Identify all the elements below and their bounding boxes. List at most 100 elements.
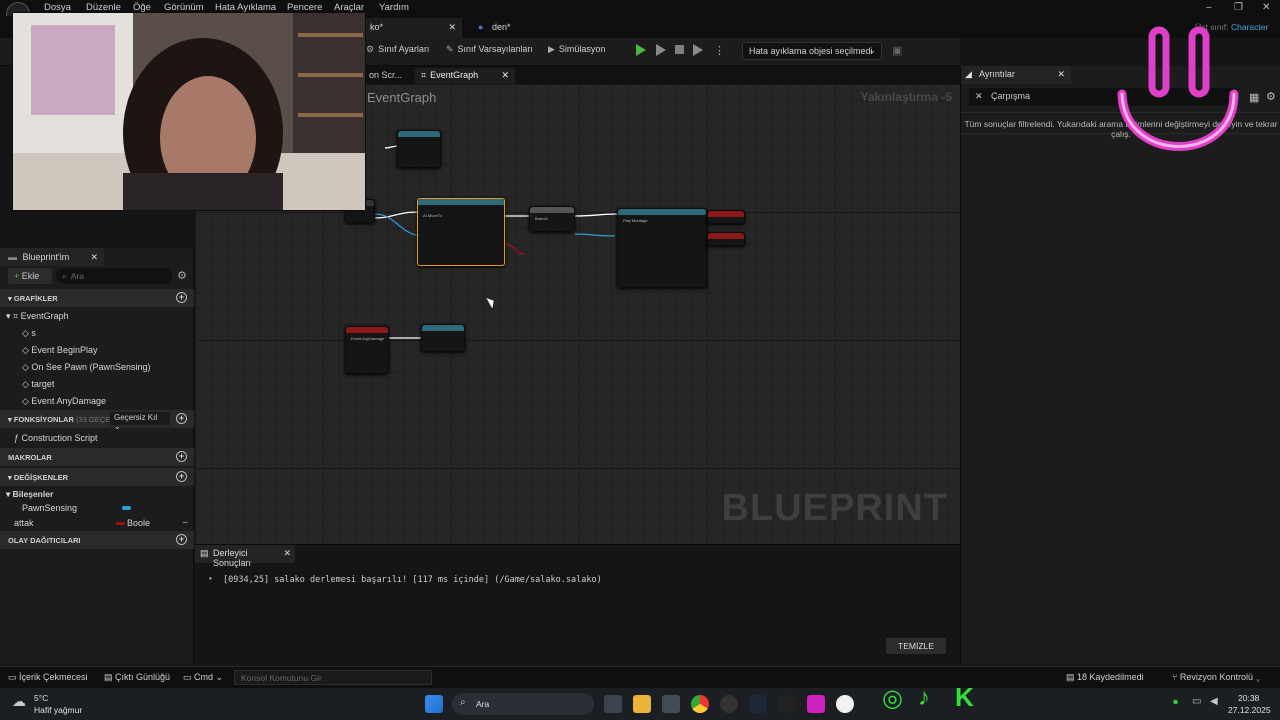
search-icon: ⌕ — [62, 271, 67, 281]
compiler-tab-label: Derleyici Sonuçları — [213, 548, 252, 568]
node-attack-setter-2[interactable] — [707, 232, 745, 246]
content-drawer-label: İçerik Çekmecesi — [19, 672, 88, 682]
taskbar-search[interactable]: ⌕ Ara — [452, 693, 594, 715]
node-event-anydamage[interactable]: Event AnyDamage — [345, 326, 389, 374]
clear-search-icon[interactable]: ✕ — [975, 91, 983, 102]
pencil-icon: ✎ — [446, 44, 454, 54]
unreal-engine-icon[interactable] — [836, 695, 854, 713]
tab-details[interactable]: ◢ Ayrıntılar ✕ — [961, 66, 1071, 84]
compiler-message: [0934,25] salako derlemesi başarılı! [11… — [223, 575, 602, 585]
class-settings-button[interactable]: ⚙ Sınıf Ayarları — [366, 44, 429, 55]
stop-icon[interactable] — [675, 45, 684, 54]
add-button[interactable]: + Ekle — [8, 268, 52, 284]
close-tab-icon[interactable]: ✕ — [1057, 69, 1065, 80]
graph-item-label: EventGraph — [20, 311, 69, 321]
node-ai-moveto[interactable]: AI MoveTo — [417, 198, 505, 266]
volume-icon[interactable]: ◀ — [1210, 696, 1218, 707]
grid-view-icon[interactable]: ▦ — [1249, 91, 1259, 104]
revision-icon: ⑂ — [1172, 672, 1178, 682]
clear-button[interactable]: TEMİZLE — [886, 638, 946, 654]
add-dispatcher-icon[interactable]: + — [176, 534, 187, 545]
taskbar-search-label: Ara — [476, 699, 490, 709]
category-functions[interactable]: ▾ FONKSİYONLAR (33 GEÇERSİZ... Geçersiz … — [0, 410, 194, 431]
graph-icon: ⌗ — [421, 70, 427, 80]
add-variable-icon[interactable]: + — [176, 471, 187, 482]
chrome-icon[interactable] — [691, 695, 709, 713]
weather-temp: 5°C — [34, 693, 49, 703]
add-macro-icon[interactable]: + — [176, 451, 187, 462]
more-options-icon[interactable]: ⋮ — [714, 44, 725, 57]
close-tab-icon[interactable]: ✕ — [283, 548, 291, 559]
content-drawer-button[interactable]: ▭ İçerik Çekmecesi — [8, 672, 88, 683]
github-icon[interactable] — [720, 695, 738, 713]
status-bar: ▭ İçerik Çekmecesi ▤ Çıktı Günlüğü ▭ Cmd… — [0, 666, 1280, 688]
tab-compiler-results[interactable]: ▤ Derleyici Sonuçları ✕ — [195, 545, 295, 568]
store-icon[interactable] — [662, 695, 680, 713]
graph-item-label: target — [31, 379, 55, 389]
category-macros[interactable]: MAKROLAR + — [0, 448, 194, 466]
eventgraph-icon: ⌗ — [13, 311, 19, 321]
play-icon[interactable] — [636, 44, 646, 56]
add-graph-icon[interactable]: + — [176, 292, 187, 303]
console-command-input[interactable]: Konsol Komutunu Gir — [234, 670, 432, 685]
epic-games-icon[interactable] — [778, 695, 796, 713]
file-explorer-icon[interactable] — [633, 695, 651, 713]
tab-asset-label: ko* — [370, 22, 384, 32]
function-item-construction[interactable]: ƒ Construction Script — [0, 429, 194, 447]
category-dispatchers[interactable]: OLAY DAĞITICILARI + — [0, 531, 194, 549]
eject-icon[interactable] — [693, 44, 703, 56]
tab-my-blueprint[interactable]: ▬ Blueprint'im ✕ — [0, 248, 104, 266]
add-function-icon[interactable]: + — [176, 413, 187, 424]
settings-icon[interactable]: ⚙ — [1266, 90, 1276, 103]
debug-object-select[interactable]: Hata ayıklama objesi seçilmedi ⌄ — [742, 42, 882, 60]
blueprint-search-input[interactable]: ⌕ Ara — [56, 268, 172, 284]
graph-item-eventgraph[interactable]: ▾ ⌗ EventGraph — [0, 307, 194, 325]
revision-control-button[interactable]: ⑂ Revizyon Kontrolü ⌄ — [1172, 672, 1261, 682]
node-attack-setter[interactable] — [707, 210, 745, 224]
app-icon[interactable] — [807, 695, 825, 713]
tab-den-label: den* — [491, 22, 511, 32]
minimize-icon[interactable]: – — [1206, 2, 1212, 13]
close-tab-icon[interactable]: ✕ — [448, 22, 456, 33]
graph-item-beginplay[interactable]: ◇ Event BeginPlay — [0, 341, 194, 359]
node-target-setter[interactable] — [397, 130, 441, 168]
close-tab-icon[interactable]: ✕ — [90, 252, 98, 263]
close-window-icon[interactable]: ✕ — [1262, 2, 1270, 13]
settings-icon[interactable]: ⚙ — [177, 269, 187, 282]
class-defaults-button[interactable]: ✎ Sınıf Varsayılanları — [446, 44, 533, 55]
graph-item-anydamage[interactable]: ◇ Event AnyDamage — [0, 392, 194, 410]
cmd-dropdown[interactable]: ▭ Cmd ⌄ — [183, 672, 223, 683]
graph-item-target[interactable]: ◇ target — [0, 375, 194, 393]
output-log-button[interactable]: ▤ Çıktı Günlüğü — [104, 672, 170, 683]
windows-start-icon[interactable] — [425, 695, 443, 713]
network-icon[interactable]: ▭ — [1192, 696, 1201, 707]
debug-filter-icon[interactable]: ▣ — [892, 44, 902, 57]
branch-title: Branch — [535, 216, 548, 221]
visibility-icon[interactable]: ⌣ — [182, 517, 188, 528]
person-icon: ● — [478, 22, 484, 32]
unsaved-label: 18 Kaydedilmedi — [1077, 672, 1144, 682]
details-icon: ◢ — [965, 69, 972, 79]
node-play-montage[interactable]: Play Montage — [617, 208, 707, 288]
tab-den[interactable]: ● den* — [470, 18, 550, 38]
node-branch[interactable]: Branch — [529, 206, 575, 232]
step-icon[interactable] — [656, 44, 666, 56]
graph-item-onseepawn[interactable]: ◇ On See Pawn (PawnSensing) — [0, 358, 194, 376]
tab-construction-script[interactable]: on Scr... — [363, 68, 413, 84]
category-graphs[interactable]: ▾ GRAFİKLER + — [0, 289, 194, 307]
maximize-icon[interactable]: ❐ — [1234, 2, 1243, 13]
node-destroy-actor[interactable] — [421, 324, 465, 352]
tab-event-graph[interactable]: ⌗ EventGraph ✕ — [415, 68, 515, 84]
override-dropdown[interactable]: Geçersiz Kıl ⌄ — [110, 412, 170, 431]
menu-help[interactable]: Yardım — [379, 2, 409, 13]
steam-icon[interactable] — [749, 695, 767, 713]
graph-item-s[interactable]: ◇ s — [0, 324, 194, 342]
task-view-icon[interactable] — [604, 695, 622, 713]
variable-item-attak[interactable]: attak Boole ⌣ — [0, 514, 194, 532]
category-variables[interactable]: ▾ DEĞİŞKENLER + — [0, 468, 194, 486]
close-tab-icon[interactable]: ✕ — [501, 70, 509, 81]
tab-asset[interactable]: ko* ✕ — [362, 18, 462, 38]
unsaved-button[interactable]: ▤ 18 Kaydedilmedi — [1066, 672, 1144, 683]
variable-name: attak — [14, 518, 34, 528]
simulation-button[interactable]: ▶ Simülasyon — [548, 44, 605, 55]
